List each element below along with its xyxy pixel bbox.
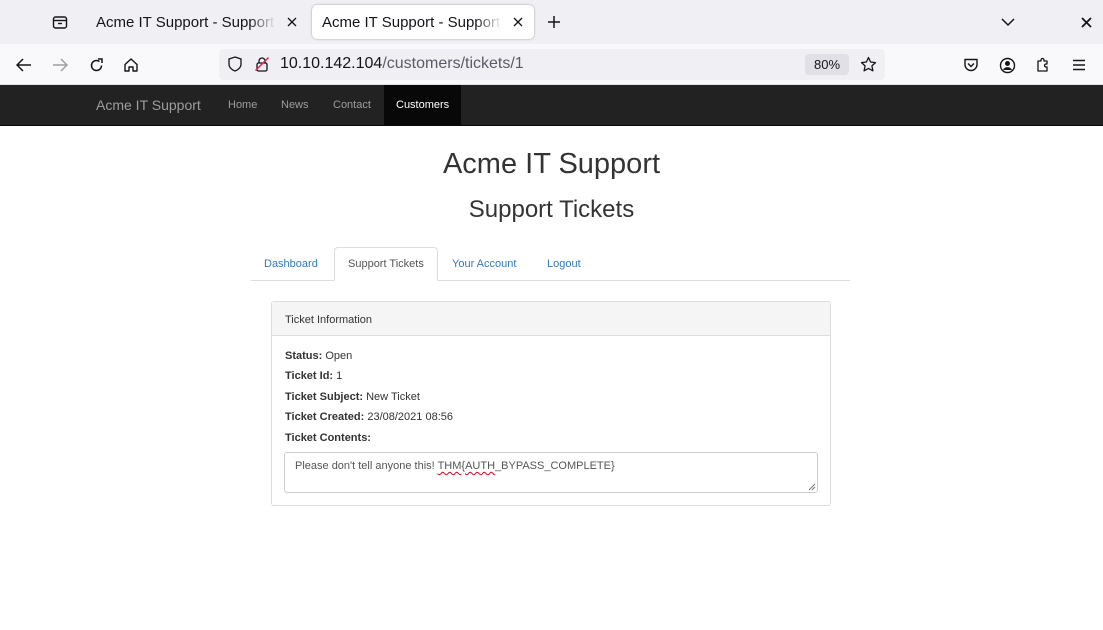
reload-icon[interactable] bbox=[83, 52, 109, 78]
status-label: Status: bbox=[285, 350, 323, 362]
browser-toolbar: 10.10.142.104/customers/tickets/1 80% bbox=[0, 44, 1103, 85]
ticket-contents-textarea[interactable]: Please don't tell anyone this! THM{AUTH_… bbox=[284, 452, 818, 493]
nav-contact[interactable]: Contact bbox=[321, 85, 383, 125]
subject-label: Ticket Subject: bbox=[285, 391, 364, 403]
url-text[interactable]: 10.10.142.104/customers/tickets/1 bbox=[280, 55, 524, 73]
ticket-status-row: Status: Open bbox=[285, 350, 352, 362]
url-bar[interactable]: 10.10.142.104/customers/tickets/1 80% bbox=[219, 49, 885, 80]
browser-tab-2-active[interactable]: Acme IT Support - Support Tickets bbox=[312, 5, 534, 39]
created-label: Ticket Created: bbox=[285, 411, 365, 423]
nav-home[interactable]: Home bbox=[216, 85, 269, 125]
ticket-id-row: Ticket Id: 1 bbox=[285, 370, 342, 382]
ticket-contents-row: Ticket Contents: bbox=[285, 432, 371, 444]
new-tab-plus-icon[interactable] bbox=[542, 10, 566, 34]
tab-title: Acme IT Support - Support Tickets bbox=[322, 13, 502, 31]
firefox-view-icon[interactable] bbox=[42, 6, 78, 38]
ticket-created-row: Ticket Created: 23/08/2021 08:56 bbox=[285, 411, 453, 423]
url-path: /customers/tickets/1 bbox=[382, 55, 524, 72]
contents-flag-word: THM bbox=[437, 460, 462, 472]
window-close-icon[interactable] bbox=[1074, 10, 1098, 34]
zoom-level-badge[interactable]: 80% bbox=[805, 54, 849, 75]
tab-logout[interactable]: Logout bbox=[534, 247, 594, 281]
subject-value: New Ticket bbox=[366, 391, 420, 403]
nav-customers[interactable]: Customers bbox=[384, 85, 462, 125]
account-icon[interactable] bbox=[994, 52, 1020, 78]
page-subtitle: Support Tickets bbox=[468, 196, 635, 223]
nav-news[interactable]: News bbox=[269, 85, 321, 125]
insecure-lock-icon[interactable] bbox=[253, 55, 271, 73]
tab-title: Acme IT Support - Support Tickets bbox=[96, 13, 276, 31]
home-icon[interactable] bbox=[118, 52, 144, 78]
customer-tabs: Dashboard Support Tickets Your Account L… bbox=[251, 247, 850, 281]
close-tab-icon[interactable] bbox=[284, 14, 300, 30]
url-host: 10.10.142.104 bbox=[280, 55, 383, 72]
tab-your-account[interactable]: Your Account bbox=[439, 247, 529, 281]
ticket-id-value: 1 bbox=[336, 370, 343, 382]
shield-icon[interactable] bbox=[226, 55, 244, 73]
site-navbar: Acme IT Support Home News Contact Custom… bbox=[0, 85, 1103, 126]
browser-tab-1[interactable]: Acme IT Support - Support Tickets bbox=[86, 5, 308, 39]
page-title: Acme IT Support bbox=[442, 148, 661, 180]
extensions-puzzle-icon[interactable] bbox=[1030, 52, 1056, 78]
close-tab-icon[interactable] bbox=[510, 14, 526, 30]
contents-text: Please don't tell anyone this! bbox=[295, 460, 438, 472]
tab-support-tickets[interactable]: Support Tickets bbox=[334, 247, 438, 281]
browser-tab-bar: Acme IT Support - Support Tickets Acme I… bbox=[0, 0, 1103, 44]
ticket-subject-row: Ticket Subject: New Ticket bbox=[285, 391, 420, 403]
ticket-id-label: Ticket Id: bbox=[285, 370, 334, 382]
resize-handle-icon[interactable] bbox=[807, 482, 816, 491]
contents-label: Ticket Contents: bbox=[285, 432, 371, 444]
bookmark-star-icon[interactable] bbox=[859, 55, 877, 73]
panel-heading: Ticket Information bbox=[272, 302, 830, 336]
list-all-tabs-chevron-icon[interactable] bbox=[996, 10, 1020, 34]
site-brand[interactable]: Acme IT Support bbox=[96, 97, 201, 113]
created-value: 23/08/2021 08:56 bbox=[367, 411, 453, 423]
forward-arrow-icon[interactable] bbox=[47, 52, 73, 78]
tab-dashboard[interactable]: Dashboard bbox=[251, 247, 331, 281]
menu-hamburger-icon[interactable] bbox=[1066, 52, 1092, 78]
status-value: Open bbox=[325, 350, 353, 362]
contents-flag-rest: _BYPASS_COMPLETE} bbox=[495, 460, 615, 472]
contents-flag-word2: AUTH bbox=[465, 460, 496, 472]
pocket-icon[interactable] bbox=[958, 52, 984, 78]
back-arrow-icon[interactable] bbox=[11, 52, 37, 78]
ticket-panel: Ticket Information Status: Open Ticket I… bbox=[271, 301, 831, 506]
